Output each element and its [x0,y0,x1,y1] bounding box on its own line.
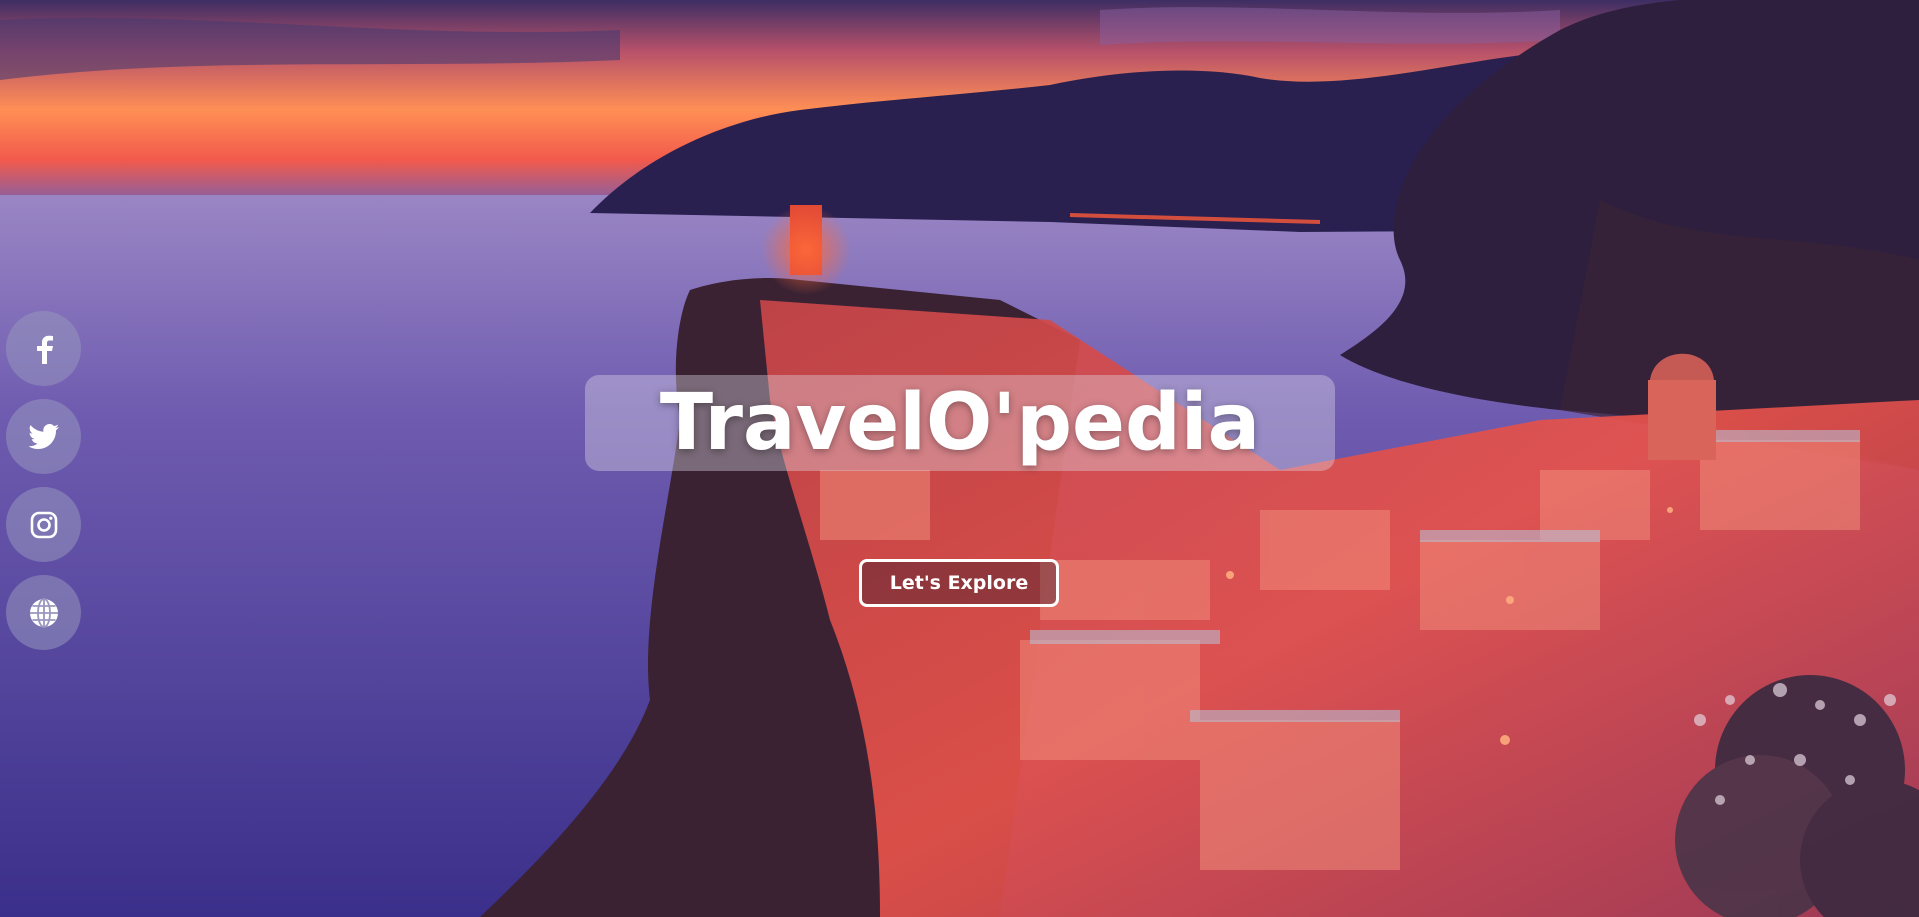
twitter-button[interactable] [6,399,81,474]
facebook-button[interactable] [6,311,81,386]
instagram-button[interactable] [6,487,81,562]
instagram-icon [30,511,58,539]
title-card: TravelO'pedia [585,375,1335,471]
globe-icon [28,597,60,629]
site-title: TravelO'pedia [659,378,1261,468]
social-sidebar [6,311,81,663]
website-button[interactable] [6,575,81,650]
facebook-icon [31,334,57,364]
twitter-icon [27,423,60,451]
lets-explore-button[interactable]: Let's Explore [859,559,1059,607]
